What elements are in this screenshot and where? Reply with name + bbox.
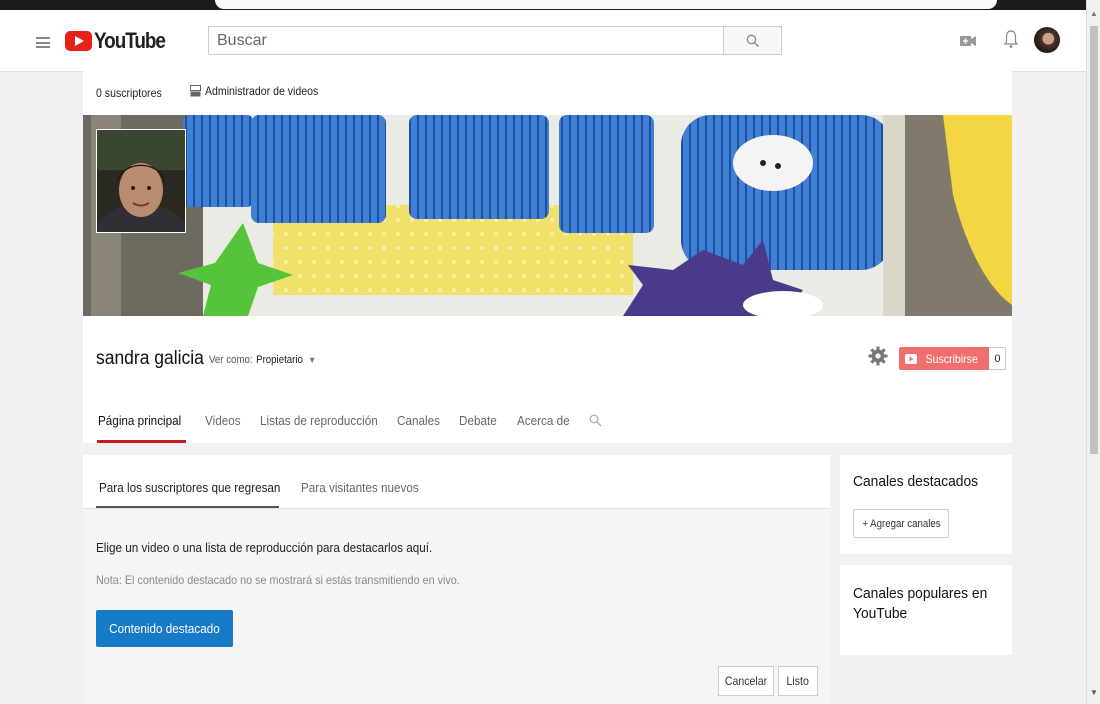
search-button[interactable] <box>723 26 782 55</box>
tab-home[interactable]: Página principal <box>98 413 181 428</box>
channel-search-icon[interactable] <box>589 414 602 427</box>
tab-videos[interactable]: Videos <box>205 413 241 428</box>
page-scrollbar[interactable]: ▲ ▼ <box>1086 0 1100 704</box>
youtube-play-icon <box>65 31 92 51</box>
scroll-down-icon[interactable]: ▼ <box>1090 688 1098 697</box>
channel-banner[interactable] <box>83 115 1012 316</box>
featured-editor: Elige un video o una lista de reproducci… <box>83 509 830 704</box>
popular-channels-card: Canales populares en YouTube <box>840 565 1012 655</box>
cancel-button[interactable]: Cancelar <box>718 666 774 696</box>
popular-channels-title: Canales populares en YouTube <box>853 585 988 622</box>
featured-channels-title: Canales destacados <box>853 473 979 490</box>
upload-video-icon[interactable] <box>958 32 978 50</box>
banner-image <box>83 115 1012 316</box>
channel-title-row: sandra galicia Ver como: Propietario ▼ Su… <box>83 316 1012 396</box>
window-top-strip <box>0 0 1100 10</box>
hamburger-menu-icon[interactable] <box>36 37 50 48</box>
youtube-play-icon <box>905 353 917 364</box>
notifications-bell-icon[interactable] <box>1001 30 1021 48</box>
subscribe-count: 0 <box>989 347 1007 370</box>
tab-discussion[interactable]: Debate <box>459 413 497 428</box>
search-icon <box>746 34 759 47</box>
channel-settings-gear-icon[interactable] <box>868 346 888 371</box>
video-manager-label: Administrador de videos <box>205 84 319 98</box>
tab-about[interactable]: Acerca de <box>517 413 570 428</box>
video-manager-icon <box>190 85 201 97</box>
channel-owner-bar: 0 suscriptores Administrador de videos <box>83 71 1012 115</box>
logo-text: YouTube <box>94 28 166 53</box>
audience-tabs: Para los suscriptores que regresan Para … <box>83 455 830 509</box>
active-audience-tab-indicator <box>96 506 279 508</box>
scrollbar-thumb[interactable] <box>1090 26 1098 454</box>
chevron-down-icon: ▼ <box>308 355 317 365</box>
view-as-label: Ver como: <box>209 354 253 366</box>
view-as-value: Propietario <box>256 354 303 366</box>
channel-name: sandra galicia <box>96 348 204 369</box>
subscribe-button[interactable]: Suscribirse 0 <box>899 347 1007 370</box>
scroll-up-icon[interactable]: ▲ <box>1090 9 1098 18</box>
search-box[interactable] <box>208 26 724 55</box>
account-avatar[interactable] <box>1034 27 1060 53</box>
channel-tabs: Página principal Videos Listas de reprod… <box>83 401 1012 443</box>
tab-playlists[interactable]: Listas de reproducción <box>260 413 378 428</box>
tab-returning-subscribers[interactable]: Para los suscriptores que regresan <box>99 480 280 495</box>
add-channels-button[interactable]: + Agregar canales <box>853 509 949 538</box>
youtube-logo[interactable]: YouTube <box>65 28 176 54</box>
tab-channels[interactable]: Canales <box>397 413 440 428</box>
view-as-selector[interactable]: Ver como: Propietario ▼ <box>209 354 316 366</box>
done-button[interactable]: Listo <box>778 666 818 696</box>
featured-instruction: Elige un video o una lista de reproducci… <box>96 540 433 555</box>
subscriber-count: 0 suscriptores <box>96 86 162 100</box>
channel-header: 0 suscriptores Administrador de videos s… <box>83 71 1012 443</box>
featured-content-panel: Para los suscriptores que regresan Para … <box>83 455 830 704</box>
subscribe-label: Suscribirse <box>925 351 978 366</box>
featured-channels-card: Canales destacados + Agregar canales <box>840 455 1012 554</box>
video-manager-link[interactable]: Administrador de videos <box>190 84 334 98</box>
address-bar-edge <box>215 0 997 9</box>
channel-profile-picture[interactable] <box>96 129 186 233</box>
featured-note: Nota: El contenido destacado no se mostr… <box>96 573 460 587</box>
tab-new-visitors[interactable]: Para visitantes nuevos <box>301 480 419 495</box>
masthead: YouTube <box>0 10 1086 72</box>
featured-content-button[interactable]: Contenido destacado <box>96 610 233 647</box>
active-tab-indicator <box>97 440 186 443</box>
search-input[interactable] <box>209 27 723 54</box>
